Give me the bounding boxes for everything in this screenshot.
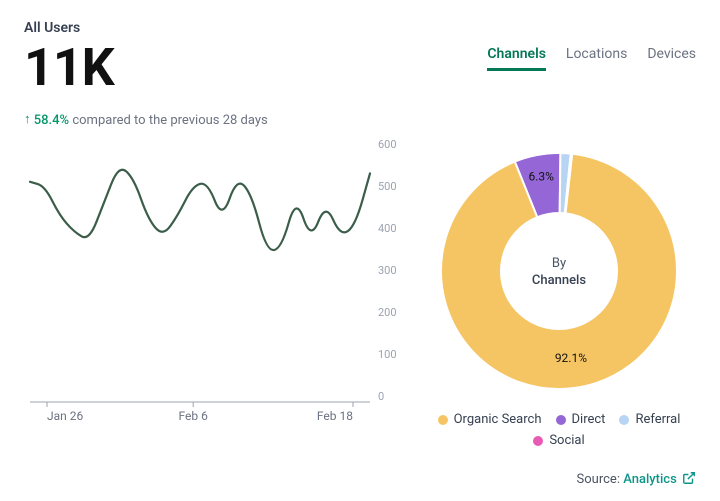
y-tick-label: 500: [378, 180, 397, 193]
external-link-icon: [682, 471, 696, 485]
x-tick-label: Feb 6: [179, 409, 209, 423]
legend-swatch: [533, 436, 543, 446]
source-prefix: Source:: [577, 472, 624, 487]
y-tick-label: 100: [378, 348, 397, 361]
tab-locations[interactable]: Locations: [566, 46, 627, 71]
x-tick-label: Feb 18: [317, 409, 353, 423]
legend-label: Direct: [572, 412, 606, 427]
metric-value: 11K: [24, 42, 268, 94]
y-tick-label: 0: [378, 390, 384, 403]
legend-label: Organic Search: [454, 412, 542, 427]
y-tick-label: 300: [378, 264, 397, 277]
arrow-up-icon: ↑: [24, 111, 31, 127]
donut-tabs: Channels Locations Devices: [487, 46, 696, 71]
legend-label: Referral: [635, 412, 680, 427]
legend-item-referral: Referral: [619, 412, 680, 427]
donut-chart: 6.3% 92.1% By Channels: [424, 136, 694, 406]
metric-subtitle: All Users: [24, 20, 268, 36]
delta-caption: compared to the previous 28 days: [72, 113, 267, 128]
x-tick-label: Jan 26: [47, 409, 83, 423]
legend-swatch: [438, 415, 448, 425]
legend-item-direct: Direct: [556, 412, 606, 427]
source-link[interactable]: Analytics: [623, 472, 696, 487]
line-series: [30, 170, 370, 250]
legend-label: Social: [549, 433, 584, 448]
donut-legend: Organic Search Direct Referral Social: [422, 412, 696, 448]
donut-center-line1: By: [552, 256, 566, 271]
y-tick-label: 600: [378, 138, 397, 151]
y-tick-label: 200: [378, 306, 397, 319]
donut-panel: 6.3% 92.1% By Channels Organic Search Direct…: [422, 136, 696, 469]
legend-swatch: [619, 415, 629, 425]
tab-channels[interactable]: Channels: [487, 46, 546, 71]
legend-swatch: [556, 415, 566, 425]
delta-row: ↑ 58.4% compared to the previous 28 days: [24, 112, 268, 128]
line-chart: 0 100 200 300 400 500 600 Jan 26 Feb 6 Feb 18: [24, 136, 404, 426]
donut-center-line2: Channels: [532, 273, 586, 288]
donut-slice-label: 92.1%: [555, 351, 587, 365]
tab-devices[interactable]: Devices: [647, 46, 696, 71]
legend-item-social: Social: [533, 433, 584, 448]
y-tick-label: 400: [378, 222, 397, 235]
legend-item-organic-search: Organic Search: [438, 412, 542, 427]
delta-pct: 58.4%: [34, 113, 69, 128]
line-chart-panel: 0 100 200 300 400 500 600 Jan 26 Feb 6 Feb 18: [24, 136, 404, 469]
donut-slice-label: 6.3%: [529, 170, 555, 184]
source-footer: Source: Analytics: [24, 471, 696, 487]
